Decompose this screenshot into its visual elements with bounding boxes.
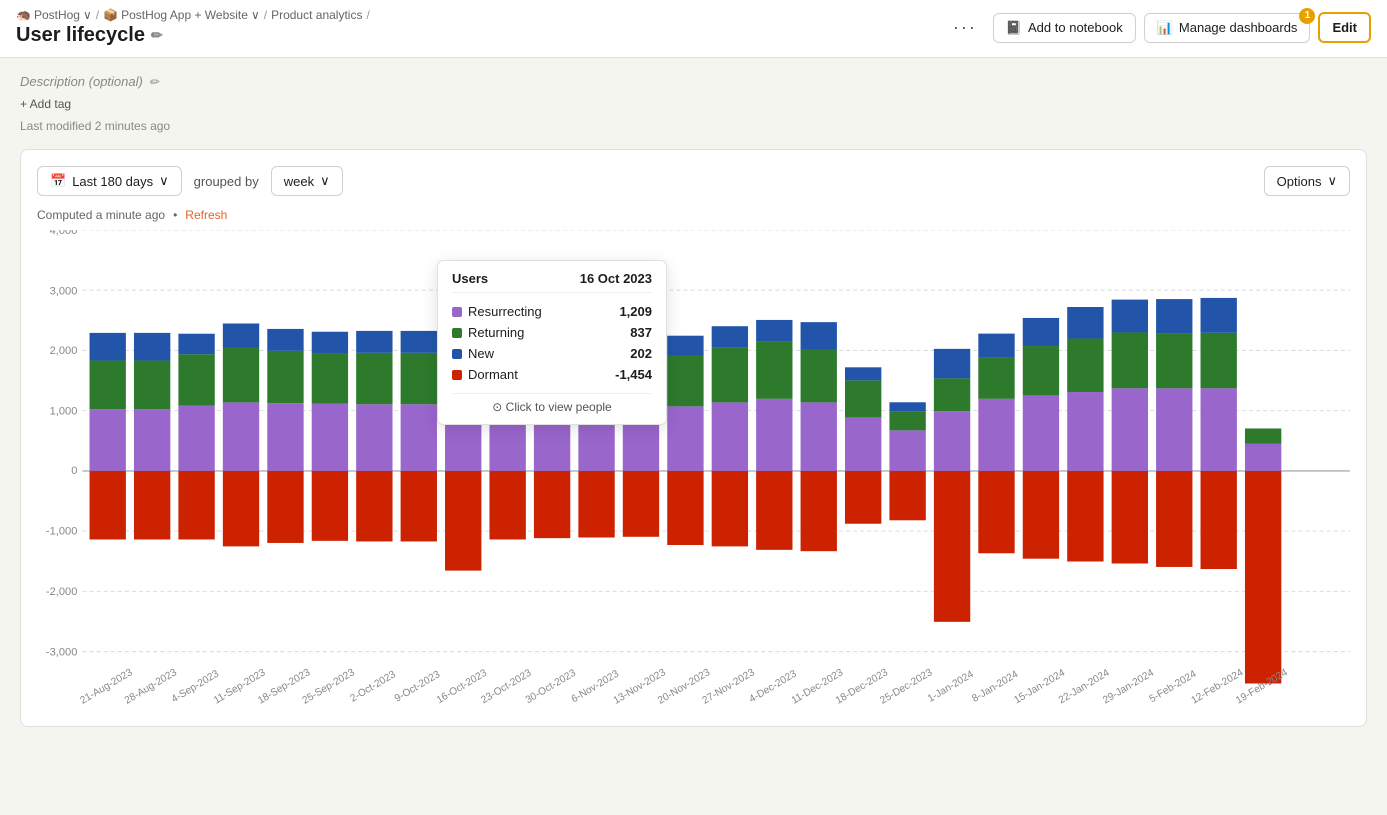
date-range-label: Last 180 days [72, 174, 153, 189]
svg-text:30-Oct-2023: 30-Oct-2023 [524, 667, 578, 706]
svg-text:4,000: 4,000 [50, 230, 78, 237]
svg-text:29-Jan-2024: 29-Jan-2024 [1101, 667, 1156, 706]
options-chevron-icon: ∨ [1327, 173, 1337, 189]
chart-toolbar: 📅 Last 180 days ∨ grouped by week ∨ Opti… [37, 166, 1350, 196]
svg-text:0: 0 [71, 465, 77, 477]
svg-text:8-Jan-2024: 8-Jan-2024 [970, 669, 1020, 705]
description-edit-icon[interactable]: ✏ [149, 75, 159, 89]
notebook-icon: 📓 [1006, 20, 1022, 36]
date-chevron-icon: ∨ [159, 173, 169, 189]
tooltip-label: Users [452, 271, 488, 286]
computed-bar: Computed a minute ago • Refresh [37, 208, 1350, 222]
resurrecting-color [452, 307, 462, 317]
dormant-color [452, 370, 462, 380]
returning-label: Returning [468, 325, 524, 340]
group-value-label: week [284, 174, 314, 189]
workspace-chevron: ∨ [251, 8, 260, 22]
svg-text:3,000: 3,000 [50, 286, 78, 298]
grouped-by-label: grouped by [194, 174, 259, 189]
group-chevron-icon: ∨ [320, 173, 330, 189]
posthog-link[interactable]: 🦔 PostHog ∨ [16, 8, 92, 22]
posthog-icon: 🦔 [16, 8, 31, 22]
manage-dashboards-button[interactable]: 📊 Manage dashboards 1 [1144, 13, 1311, 43]
workspace-link[interactable]: 📦 PostHog App + Website ∨ [103, 8, 260, 22]
more-button[interactable]: ··· [945, 13, 985, 42]
resurrecting-value: 1,209 [619, 304, 652, 319]
svg-text:-2,000: -2,000 [46, 586, 77, 598]
svg-text:9-Oct-2023: 9-Oct-2023 [393, 669, 442, 705]
tooltip-header: Users 16 Oct 2023 [452, 271, 652, 293]
date-range-button[interactable]: 📅 Last 180 days ∨ [37, 166, 182, 196]
breadcrumb: 🦔 PostHog ∨ / 📦 PostHog App + Website ∨ … [16, 8, 370, 22]
refresh-link[interactable]: Refresh [185, 208, 227, 222]
description-text[interactable]: Description (optional) [20, 74, 143, 89]
add-tag-label: + Add tag [20, 97, 71, 111]
svg-text:2-Oct-2023: 2-Oct-2023 [349, 669, 398, 705]
workspace-label: PostHog App + Website [121, 8, 248, 22]
dormant-label: Dormant [468, 367, 518, 382]
section-label[interactable]: Product analytics [271, 8, 362, 22]
content-area: Description (optional) ✏ + Add tag Last … [0, 58, 1387, 743]
returning-color [452, 328, 462, 338]
dormant-value: -1,454 [615, 367, 652, 382]
posthog-label[interactable]: PostHog [34, 8, 80, 22]
chart-container: 📅 Last 180 days ∨ grouped by week ∨ Opti… [20, 149, 1367, 727]
last-modified-label: Last modified 2 minutes ago [20, 119, 1367, 133]
edit-button[interactable]: Edit [1318, 12, 1371, 43]
chart-svg: 4,000 3,000 2,000 1,000 0 -1,000 -2,000 … [37, 230, 1350, 710]
chart-tooltip: Users 16 Oct 2023 Resurrecting 1,209 Ret… [437, 260, 667, 425]
description-field: Description (optional) ✏ [20, 74, 1367, 89]
svg-text:2,000: 2,000 [50, 345, 78, 357]
workspace-icon: 📦 [103, 8, 118, 22]
header-left: 🦔 PostHog ∨ / 📦 PostHog App + Website ∨ … [16, 8, 370, 47]
options-label: Options [1277, 174, 1322, 189]
tooltip-date: 16 Oct 2023 [580, 271, 652, 286]
toolbar-left: 📅 Last 180 days ∨ grouped by week ∨ [37, 166, 343, 196]
tooltip-row-resurrecting: Resurrecting 1,209 [452, 301, 652, 322]
page-title: User lifecycle [16, 24, 145, 47]
dashboard-icon: 📊 [1157, 20, 1173, 36]
chart-area: 4,000 3,000 2,000 1,000 0 -1,000 -2,000 … [37, 230, 1350, 710]
computed-label: Computed a minute ago [37, 208, 165, 222]
svg-text:1-Jan-2024: 1-Jan-2024 [926, 669, 976, 705]
svg-text:-1,000: -1,000 [46, 526, 77, 538]
add-tag-button[interactable]: + Add tag [20, 97, 1367, 111]
chevron-icon: ∨ [83, 8, 92, 22]
returning-value: 837 [630, 325, 652, 340]
options-button[interactable]: Options ∨ [1264, 166, 1350, 196]
new-value: 202 [630, 346, 652, 361]
manage-dashboards-badge: 1 [1299, 8, 1315, 24]
tooltip-row-returning: Returning 837 [452, 322, 652, 343]
new-label: New [468, 346, 494, 361]
calendar-icon: 📅 [50, 173, 66, 189]
tooltip-row-dormant: Dormant -1,454 [452, 364, 652, 385]
add-to-notebook-button[interactable]: 📓 Add to notebook [993, 13, 1136, 43]
tooltip-row-new: New 202 [452, 343, 652, 364]
page-title-container: User lifecycle ✏ [16, 24, 370, 47]
svg-text:1,000: 1,000 [50, 406, 78, 418]
title-edit-icon[interactable]: ✏ [151, 27, 163, 44]
resurrecting-label: Resurrecting [468, 304, 542, 319]
svg-text:-3,000: -3,000 [46, 647, 77, 659]
new-color [452, 349, 462, 359]
tooltip-view-people[interactable]: ⊙ Click to view people [452, 393, 652, 414]
top-bar: 🦔 PostHog ∨ / 📦 PostHog App + Website ∨ … [0, 0, 1387, 58]
header-right: ··· 📓 Add to notebook 📊 Manage dashboard… [945, 12, 1371, 43]
group-value-button[interactable]: week ∨ [271, 166, 343, 196]
